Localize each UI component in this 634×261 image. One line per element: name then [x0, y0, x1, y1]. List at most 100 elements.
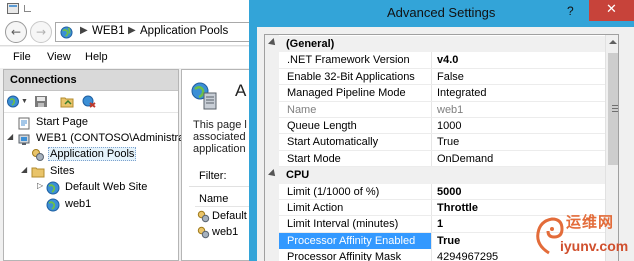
- property-value[interactable]: OnDemand: [437, 153, 493, 165]
- property-value[interactable]: web1: [437, 104, 463, 116]
- property-row[interactable]: Managed Pipeline Mode Integrated: [265, 85, 605, 102]
- property-value[interactable]: v4.0: [437, 54, 458, 66]
- property-row[interactable]: Name web1: [265, 101, 605, 118]
- breadcrumb-web1[interactable]: WEB1: [92, 25, 125, 37]
- property-value[interactable]: 1000: [437, 120, 461, 132]
- menu-file[interactable]: File: [13, 51, 31, 63]
- property-category[interactable]: CPU: [265, 167, 605, 184]
- breadcrumb-separator: ▶: [80, 25, 88, 36]
- property-value[interactable]: True: [437, 136, 459, 148]
- column-divider: [431, 101, 432, 118]
- disconnect-icon[interactable]: [82, 95, 96, 108]
- app-pools-icon: [32, 149, 44, 161]
- column-divider: [431, 85, 432, 102]
- category-label: CPU: [286, 169, 310, 182]
- property-name: .NET Framework Version: [287, 54, 410, 67]
- column-divider: [431, 232, 432, 250]
- property-row[interactable]: Queue Length 1000: [265, 118, 605, 135]
- connections-title: Connections: [4, 70, 178, 91]
- property-value[interactable]: Integrated: [437, 87, 487, 99]
- start-page-icon: [18, 117, 30, 130]
- property-value[interactable]: 1: [437, 218, 443, 230]
- column-divider: [431, 134, 432, 151]
- expand-icon[interactable]: ▷: [37, 181, 43, 190]
- collapse-icon[interactable]: [268, 38, 278, 48]
- property-name: Name: [287, 103, 317, 116]
- close-button[interactable]: ✕: [589, 0, 634, 21]
- features-title: A: [235, 81, 247, 100]
- forward-button[interactable]: →: [30, 21, 52, 43]
- column-divider: [431, 249, 432, 261]
- connections-pane: Connections ▼ Start Page ◢ WEB1 (CONTOSO…: [3, 69, 184, 261]
- breadcrumb-application-pools[interactable]: Application Pools: [140, 25, 228, 37]
- collapse-icon[interactable]: ◢: [7, 132, 13, 141]
- property-value[interactable]: 5000: [437, 186, 461, 198]
- column-divider: [431, 183, 432, 200]
- back-button[interactable]: ←: [5, 21, 27, 43]
- list-header-name[interactable]: Name: [195, 191, 251, 207]
- property-name: Processor Affinity Enabled: [279, 232, 431, 250]
- menu-help[interactable]: Help: [85, 51, 108, 63]
- property-name: Limit (1/1000 of %): [287, 185, 380, 198]
- quick-access-icon[interactable]: [24, 5, 31, 12]
- address-field[interactable]: ▶ WEB1 ▶ Application Pools: [55, 22, 250, 42]
- collapse-icon[interactable]: [268, 169, 278, 180]
- breadcrumb-separator: ▶: [128, 25, 136, 36]
- globe-icon: [46, 198, 60, 212]
- watermark-en-text: iyunv.com: [560, 238, 629, 254]
- globe-icon: [46, 181, 60, 195]
- property-row[interactable]: .NET Framework Version v4.0: [265, 52, 605, 69]
- folder-up-icon[interactable]: [60, 95, 74, 108]
- property-value[interactable]: Throttle: [437, 202, 478, 214]
- server-icon: [18, 134, 30, 145]
- grip-line: [612, 105, 618, 106]
- property-name: Limit Action: [287, 202, 344, 214]
- grip-line: [612, 111, 618, 112]
- property-name: Enable 32-Bit Applications: [287, 70, 415, 83]
- property-row[interactable]: Start Mode OnDemand: [265, 150, 605, 168]
- column-divider: [431, 200, 432, 217]
- watermark-logo: 运维网 iyunv.com: [520, 207, 634, 261]
- menu-bar: File View Help: [0, 47, 250, 68]
- property-value[interactable]: False: [437, 71, 464, 83]
- property-category[interactable]: (General): [265, 36, 605, 53]
- application-pools-large-icon: [191, 82, 217, 110]
- dialog-titlebar[interactable]: Advanced Settings ? ✕: [249, 0, 634, 27]
- filter-label: Filter:: [199, 170, 227, 182]
- property-name: Start Automatically: [287, 136, 379, 149]
- iis-titlebar: [0, 0, 250, 18]
- save-icon[interactable]: [34, 95, 48, 108]
- property-name: Start Mode: [287, 152, 341, 165]
- collapse-icon[interactable]: ◢: [21, 165, 27, 174]
- category-label: (General): [286, 38, 335, 50]
- address-bar: ← → ▶ WEB1 ▶ Application Pools: [0, 18, 250, 46]
- property-row[interactable]: Start Automatically True: [265, 134, 605, 151]
- scroll-up-icon[interactable]: [609, 40, 617, 44]
- property-value[interactable]: True: [437, 235, 460, 247]
- grip-line: [612, 108, 618, 109]
- property-value[interactable]: 4294967295: [437, 251, 498, 261]
- connect-globe-icon[interactable]: [7, 95, 21, 108]
- property-name: Queue Length: [287, 120, 357, 132]
- column-divider: [431, 150, 432, 168]
- app-icon: [7, 3, 19, 14]
- property-row[interactable]: Enable 32-Bit Applications False: [265, 68, 605, 86]
- column-divider: [431, 52, 432, 69]
- scroll-thumb[interactable]: [608, 53, 618, 165]
- filter-bar[interactable]: Filter:: [189, 167, 251, 187]
- globe-icon: [60, 26, 73, 39]
- column-divider: [431, 68, 432, 86]
- column-divider: [431, 118, 432, 135]
- connections-toolbar: ▼: [4, 91, 178, 113]
- dialog-title: Advanced Settings: [387, 5, 496, 20]
- app-pool-icon: [197, 226, 210, 239]
- folder-icon: [31, 167, 45, 178]
- menu-view[interactable]: View: [47, 51, 71, 63]
- watermark-cn-text: 运维网: [566, 213, 615, 231]
- property-row[interactable]: Limit (1/1000 of %) 5000: [265, 183, 605, 200]
- app-pool-icon: [197, 210, 210, 223]
- property-name: Processor Affinity Mask: [287, 251, 402, 261]
- help-button[interactable]: ?: [567, 4, 574, 18]
- dropdown-arrow-icon[interactable]: ▼: [21, 98, 35, 111]
- property-name: Managed Pipeline Mode: [287, 87, 406, 100]
